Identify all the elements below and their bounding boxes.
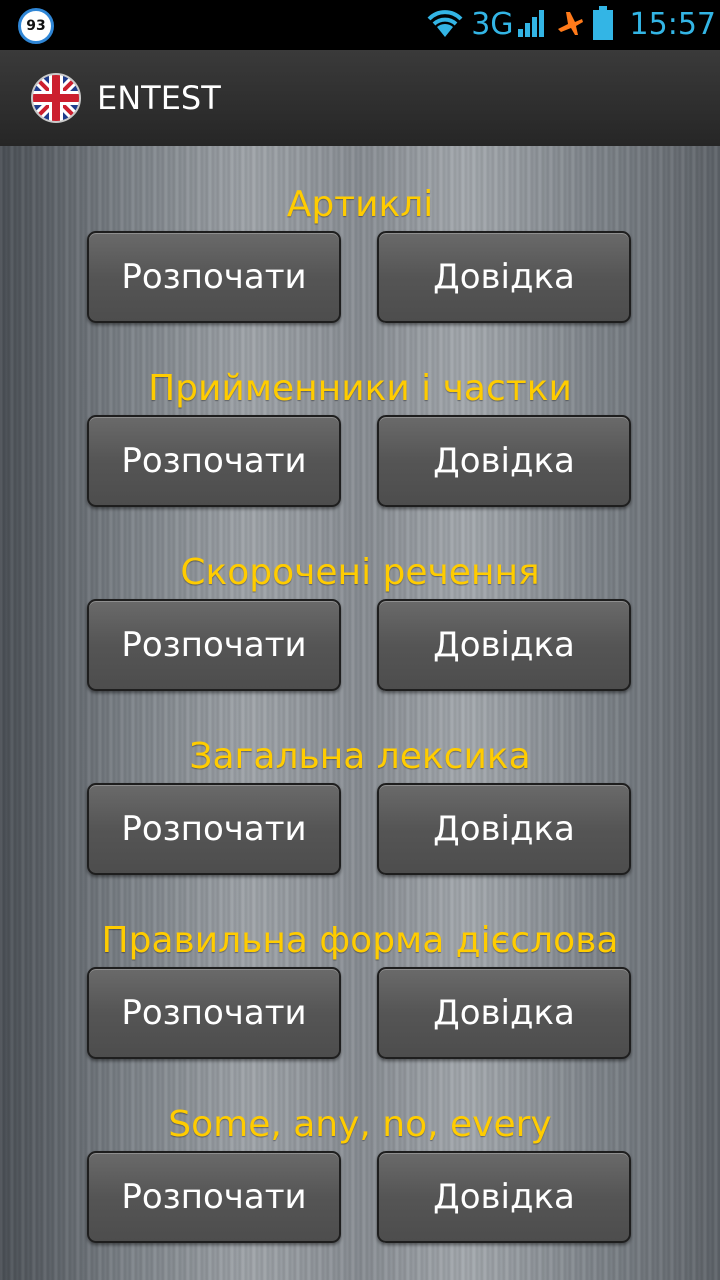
start-button[interactable]: Розпочати bbox=[87, 1151, 341, 1243]
help-button[interactable]: Довідка bbox=[377, 231, 631, 323]
action-bar: ENTEST bbox=[0, 50, 720, 148]
status-bar: 93 3G 15:57 bbox=[0, 0, 720, 50]
topic-title: Скорочені речення bbox=[180, 552, 540, 593]
help-button[interactable]: Довідка bbox=[377, 1151, 631, 1243]
screen: 93 3G 15:57 ENTEST Артиклі Розпочати Дов… bbox=[0, 0, 720, 1280]
help-button[interactable]: Довідка bbox=[377, 783, 631, 875]
topic-title: Some, any, no, every bbox=[168, 1104, 552, 1145]
status-icons: 3G 15:57 bbox=[425, 0, 720, 50]
clock: 15:57 bbox=[629, 7, 716, 42]
airplane-mode-icon bbox=[554, 7, 586, 43]
start-button[interactable]: Розпочати bbox=[87, 783, 341, 875]
topic-title: Артиклі bbox=[286, 184, 434, 225]
start-button[interactable]: Розпочати bbox=[87, 599, 341, 691]
help-button[interactable]: Довідка bbox=[377, 415, 631, 507]
start-button[interactable]: Розпочати bbox=[87, 967, 341, 1059]
notification-count-badge[interactable]: 93 bbox=[18, 8, 54, 44]
uk-flag-icon[interactable] bbox=[30, 72, 82, 124]
topic-title: Прийменники і частки bbox=[148, 368, 572, 409]
app-title: ENTEST bbox=[97, 79, 221, 117]
signal-strength-icon bbox=[516, 7, 548, 43]
battery-icon bbox=[592, 5, 614, 45]
start-button[interactable]: Розпочати bbox=[87, 231, 341, 323]
network-type-label: 3G bbox=[471, 7, 514, 42]
start-button[interactable]: Розпочати bbox=[87, 415, 341, 507]
topic-title: Правильна форма дієслова bbox=[101, 920, 619, 961]
topics-list[interactable]: Артиклі Розпочати Довідка Прийменники і … bbox=[0, 146, 720, 1280]
help-button[interactable]: Довідка bbox=[377, 967, 631, 1059]
wifi-icon bbox=[425, 7, 465, 43]
topic-title: Загальна лексика bbox=[189, 736, 531, 777]
help-button[interactable]: Довідка bbox=[377, 599, 631, 691]
